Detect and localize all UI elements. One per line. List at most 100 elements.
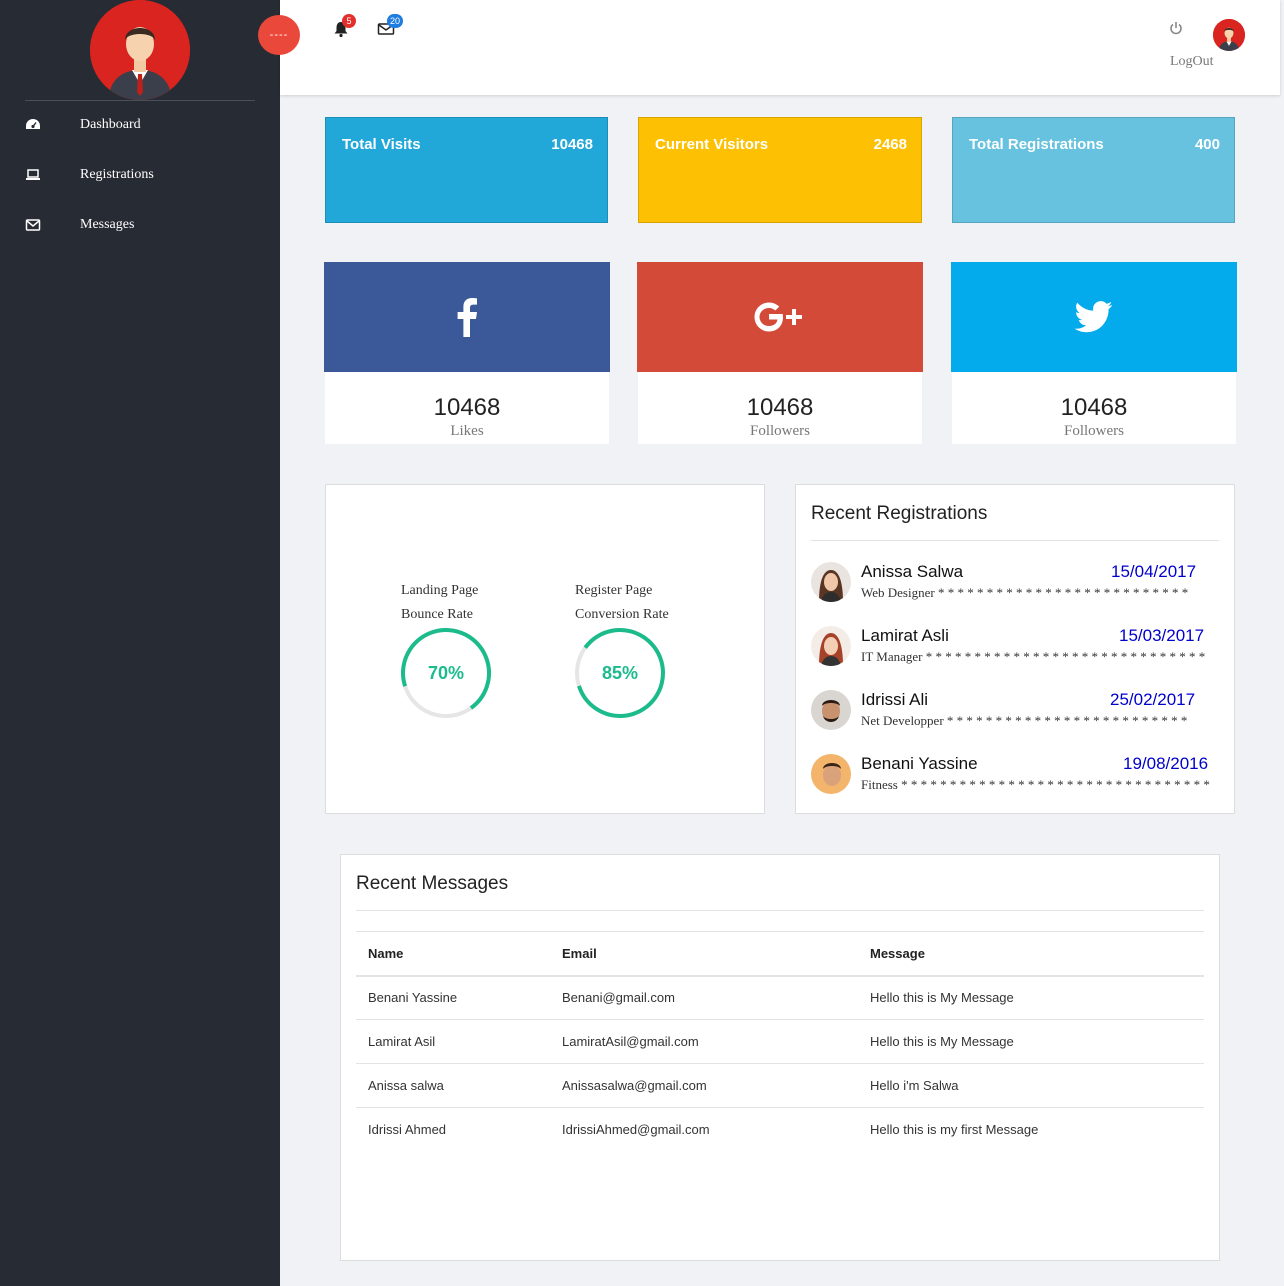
messages-button[interactable]: 20 <box>377 14 404 38</box>
registrant-role: Fitness * * * * * * * * * * * * * * * * … <box>861 777 1210 793</box>
rating-stars: * * * * * * * * * * * * * * * * * * * * … <box>937 585 1189 600</box>
column-header-email: Email <box>550 931 858 977</box>
cell-email: Benani@gmail.com <box>550 975 858 1020</box>
social-card-header <box>951 262 1237 372</box>
laptop-icon <box>26 169 40 180</box>
registrant-avatar <box>811 690 851 730</box>
registration-date: 15/04/2017 <box>1111 562 1197 581</box>
notifications-button[interactable]: 5 <box>332 14 356 38</box>
envelope-icon <box>25 219 41 231</box>
user-avatar-large[interactable] <box>90 0 190 100</box>
rate-label-line1: Register Page <box>575 583 653 598</box>
facebook-icon <box>457 298 477 337</box>
registrant-role: Net Developper * * * * * * * * * * * * *… <box>861 713 1187 729</box>
rating-stars: * * * * * * * * * * * * * * * * * * * * … <box>901 777 1210 792</box>
table-header-row: Name Email Message <box>356 931 1204 977</box>
rate-label-landing: Landing Page Bounce Rate <box>401 579 478 627</box>
cell-message: Hello this is my first Message <box>870 1122 1039 1138</box>
cell-name: Benani Yassine <box>356 975 550 1020</box>
registrant-name: Anissa Salwa <box>861 562 964 581</box>
sidebar-item-dashboard[interactable]: Dashboard <box>0 105 280 145</box>
role-text: Web Designer <box>861 585 935 600</box>
notifications-badge: 5 <box>342 14 356 28</box>
panel-title: Recent Messages <box>356 873 509 894</box>
table-row[interactable]: Benani Yassine Benani@gmail.com Hello th… <box>356 975 1204 1020</box>
rating-stars: * * * * * * * * * * * * * * * * * * * * … <box>946 713 1188 728</box>
registrant-role: IT Manager * * * * * * * * * * * * * * *… <box>861 649 1205 665</box>
twitter-icon <box>1075 301 1113 333</box>
role-text: IT Manager <box>861 649 923 664</box>
rate-label-line1: Landing Page <box>401 583 479 598</box>
social-card-google-plus: 10468 Followers <box>637 262 923 444</box>
rate-label-register: Register Page Conversion Rate <box>575 579 669 627</box>
sidebar-item-label: Dashboard <box>80 117 141 132</box>
dashboard-icon <box>26 119 40 129</box>
registration-item[interactable]: Anissa Salwa Web Designer * * * * * * * … <box>796 562 1234 606</box>
sidebar-toggle-button[interactable]: ---- <box>258 15 300 55</box>
user-avatar-illustration <box>90 0 190 100</box>
bounce-rate-gauge: 70% <box>400 627 492 719</box>
table-row[interactable]: Idrissi Ahmed IdrissiAhmed@gmail.com Hel… <box>356 1108 1204 1152</box>
registrant-avatar <box>811 562 851 602</box>
column-header-name: Name <box>356 931 550 977</box>
registration-item[interactable]: Lamirat Asli IT Manager * * * * * * * * … <box>796 626 1234 670</box>
cell-name: Idrissi Ahmed <box>368 1122 447 1138</box>
cell-name: Lamirat Asil <box>356 1019 550 1064</box>
social-caption: Likes <box>450 423 484 439</box>
sidebar-item-registrations[interactable]: Registrations <box>0 155 280 195</box>
social-card-body: 10468 Followers <box>638 372 922 444</box>
topbar <box>280 0 1280 95</box>
cell-message: Hello i'm Salwa <box>858 1063 1204 1108</box>
social-card-facebook: 10468 Likes <box>324 262 610 444</box>
stat-value: 400 <box>1194 136 1220 153</box>
sidebar-item-messages[interactable]: Messages <box>0 205 280 245</box>
social-value: 10468 <box>746 394 814 421</box>
role-text: Net Developper <box>861 713 944 728</box>
registration-item[interactable]: Benani Yassine Fitness * * * * * * * * *… <box>796 754 1234 798</box>
sidebar-item-label: Registrations <box>80 167 154 182</box>
conversion-rate-gauge: 85% <box>574 627 666 719</box>
logout-link[interactable]: LogOut <box>1170 54 1214 70</box>
avatar-photo <box>811 562 851 602</box>
social-card-header <box>637 262 923 372</box>
cell-email: LamiratAsil@gmail.com <box>550 1019 858 1064</box>
registrant-name: Lamirat Asli <box>861 626 949 645</box>
avatar-photo <box>811 690 851 730</box>
social-card-body: 10468 Likes <box>325 372 609 444</box>
role-text: Fitness <box>861 777 898 792</box>
social-card-twitter: 10468 Followers <box>951 262 1237 444</box>
registration-item[interactable]: Idrissi Ali Net Developper * * * * * * *… <box>796 690 1234 734</box>
registration-date: 25/02/2017 <box>1110 690 1196 709</box>
panel-divider <box>356 910 1204 911</box>
cell-name: Anissa salwa <box>356 1063 550 1108</box>
social-card-body: 10468 Followers <box>952 372 1236 444</box>
gauge-value: 85% <box>601 662 639 683</box>
stat-title: Current Visitors <box>655 136 769 153</box>
cell-email: Anissasalwa@gmail.com <box>550 1063 858 1108</box>
table-row[interactable]: Lamirat Asil LamiratAsil@gmail.com Hello… <box>356 1019 1204 1064</box>
social-caption: Followers <box>750 423 810 439</box>
registrant-name: Idrissi Ali <box>861 690 929 709</box>
google-plus-icon <box>754 302 802 332</box>
sidebar: Dashboard Registrations Messages <box>0 0 280 1286</box>
gauge-value: 70% <box>427 662 465 683</box>
social-card-header <box>324 262 610 372</box>
avatar-photo <box>811 626 851 666</box>
registration-date: 15/03/2017 <box>1119 626 1205 645</box>
stat-total-visits: Total Visits 10468 <box>325 117 608 223</box>
panel-title: Recent Registrations <box>811 503 988 524</box>
stat-value: 2468 <box>873 136 907 153</box>
user-avatar-small[interactable] <box>1213 19 1245 51</box>
rate-label-line2: Conversion Rate <box>575 607 669 622</box>
cell-message: Hello this is My Message <box>858 975 1204 1020</box>
panel-divider <box>811 540 1219 541</box>
messages-badge: 20 <box>387 14 404 28</box>
recent-registrations-panel: Recent Registrations Anissa Salwa Web De… <box>795 484 1235 814</box>
sidebar-divider <box>25 100 255 101</box>
power-icon[interactable] <box>1168 20 1184 36</box>
registrant-role: Web Designer * * * * * * * * * * * * * *… <box>861 585 1188 601</box>
column-header-message: Message <box>858 931 1204 977</box>
registrant-avatar <box>811 754 851 794</box>
table-row[interactable]: Anissa salwa Anissasalwa@gmail.com Hello… <box>356 1063 1204 1108</box>
rating-stars: * * * * * * * * * * * * * * * * * * * * … <box>925 649 1206 664</box>
